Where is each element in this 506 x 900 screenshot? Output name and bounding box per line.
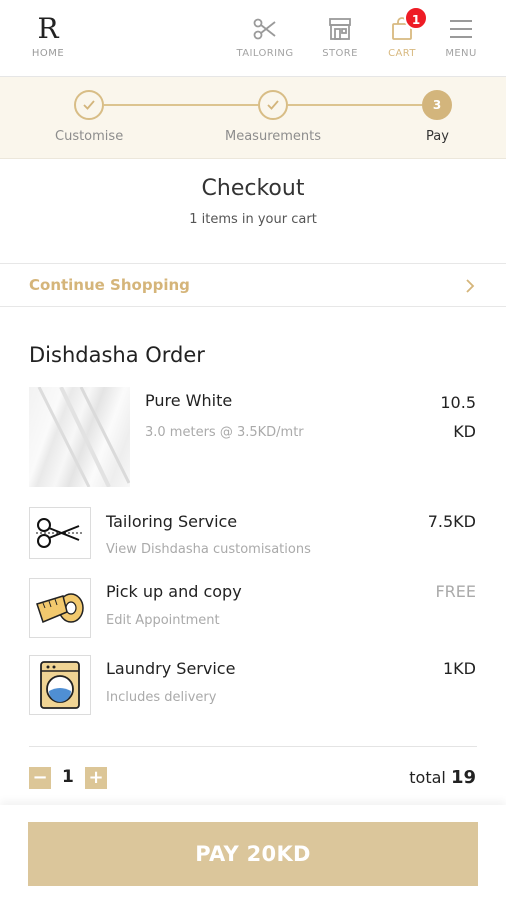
pickup-service-price: FREE xyxy=(435,582,476,601)
quantity-value: 1 xyxy=(62,767,74,787)
total-value: 19 xyxy=(450,767,476,788)
step-pay-number: 3 xyxy=(422,90,452,120)
order-total: total 19 xyxy=(409,767,476,788)
cart-count-badge: 1 xyxy=(404,6,428,30)
step-customise-label: Customise xyxy=(55,129,124,144)
tailoring-service-name: Tailoring Service xyxy=(106,512,238,531)
nav-menu[interactable]: MENU xyxy=(442,14,480,59)
pickup-service-name: Pick up and copy xyxy=(106,582,242,601)
top-nav: R HOME TAILORING STORE 1 CART MENU xyxy=(0,0,506,77)
fabric-price-currency: KD xyxy=(453,422,476,441)
continue-shopping-link[interactable]: Continue Shopping xyxy=(0,263,506,307)
tailoring-service-price: 7.5KD xyxy=(427,512,476,531)
home-link[interactable]: R HOME xyxy=(26,12,70,60)
divider xyxy=(29,746,477,747)
nav-tailoring-label: TAILORING xyxy=(236,48,294,59)
laundry-service-name: Laundry Service xyxy=(106,659,236,678)
checkout-progress: 3 Customise Measurements Pay xyxy=(0,77,506,159)
nav-store[interactable]: STORE xyxy=(320,14,360,59)
total-label: total xyxy=(409,768,446,787)
progress-line xyxy=(104,104,258,106)
quantity-decrease-button[interactable]: − xyxy=(29,767,51,789)
fabric-detail: 3.0 meters @ 3.5KD/mtr xyxy=(145,425,304,440)
edit-appointment-link[interactable]: Edit Appointment xyxy=(106,613,220,628)
continue-shopping-label: Continue Shopping xyxy=(29,276,190,294)
scissors-nav-icon xyxy=(236,14,294,44)
scissors-icon xyxy=(29,507,91,559)
nav-tailoring[interactable]: TAILORING xyxy=(236,14,294,59)
laundry-service-price: 1KD xyxy=(443,659,476,678)
step-pay-label: Pay xyxy=(426,129,449,144)
nav-cart[interactable]: 1 CART xyxy=(386,6,428,59)
washing-machine-icon xyxy=(29,655,91,715)
pay-bar: PAY 20KD xyxy=(0,805,506,900)
store-icon xyxy=(320,14,360,44)
progress-line xyxy=(288,104,422,106)
measuring-tape-icon xyxy=(29,578,91,638)
nav-menu-label: MENU xyxy=(445,48,477,59)
chevron-right-icon xyxy=(464,277,476,299)
nav-cart-label: CART xyxy=(388,48,416,59)
cart-item-count: 1 items in your cart xyxy=(189,212,317,227)
step-measurements-label: Measurements xyxy=(225,129,322,144)
page-title: Checkout xyxy=(201,176,305,201)
quantity-increase-button[interactable]: + xyxy=(85,767,107,789)
nav-store-label: STORE xyxy=(322,48,358,59)
step-customise-check-icon[interactable] xyxy=(74,90,104,120)
pay-button[interactable]: PAY 20KD xyxy=(28,822,478,886)
view-customisations-link[interactable]: View Dishdasha customisations xyxy=(106,542,311,557)
home-label: HOME xyxy=(31,48,65,59)
cart-icon: 1 xyxy=(386,6,428,44)
fabric-price-amount: 10.5 xyxy=(440,393,476,412)
logo-icon: R xyxy=(37,12,59,45)
order-title: Dishdasha Order xyxy=(29,343,205,367)
hamburger-menu-icon xyxy=(442,14,480,44)
step-measurements-check-icon[interactable] xyxy=(258,90,288,120)
laundry-service-detail: Includes delivery xyxy=(106,690,217,705)
fabric-name: Pure White xyxy=(145,391,233,410)
fabric-swatch-image xyxy=(29,387,130,487)
